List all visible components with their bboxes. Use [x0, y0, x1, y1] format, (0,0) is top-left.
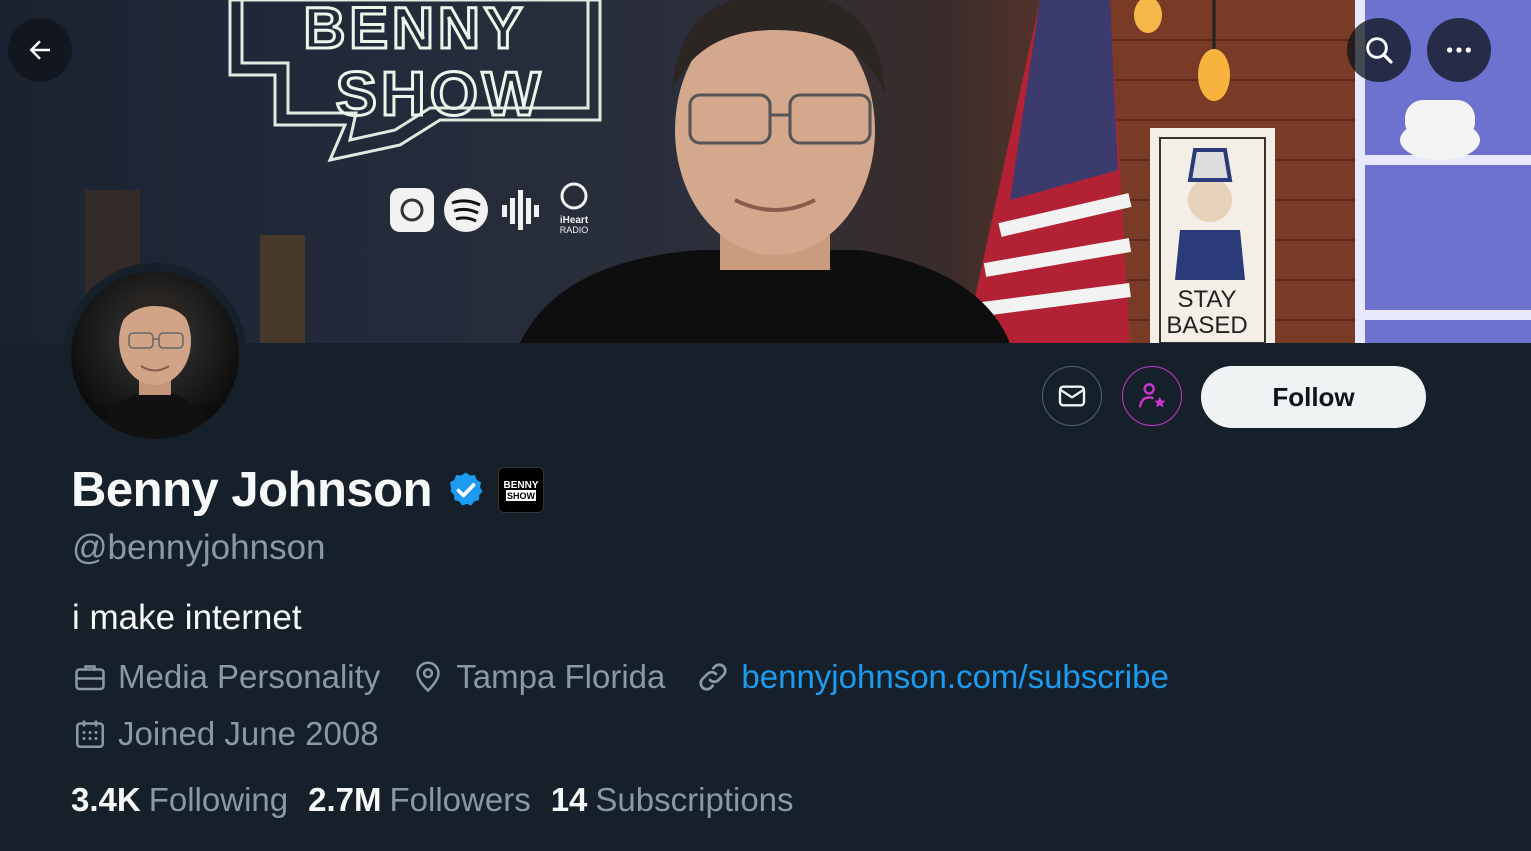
followers-label: Followers [389, 781, 531, 818]
banner-image: STAY BASED BENNY SHOW iHeart RADIO [85, 0, 1531, 343]
person-star-icon [1138, 383, 1166, 408]
envelope-icon [1058, 385, 1086, 407]
calendar-icon [75, 720, 105, 749]
joined-item: Joined June 2008 [72, 715, 379, 753]
profile-meta: Media Personality Tampa Florida bennyjoh… [72, 658, 1199, 696]
location-item: Tampa Florida [410, 658, 665, 696]
location-pin-icon [416, 661, 441, 693]
benny-show-logo-icon: BENNY SHOW [504, 480, 539, 501]
subscriptions-stat[interactable]: 14 Subscriptions [551, 781, 794, 819]
joined-row: Joined June 2008 [72, 715, 409, 753]
profile-banner[interactable]: STAY BASED BENNY SHOW iHeart RADIO [0, 0, 1531, 343]
category-label: Media Personality [118, 658, 381, 695]
affiliate-badge[interactable]: BENNY SHOW [498, 467, 545, 513]
category-item: Media Personality [72, 658, 380, 696]
back-button[interactable] [8, 18, 72, 82]
followers-stat[interactable]: 2.7M Followers [308, 781, 531, 819]
handle: @bennyjohnson [72, 528, 326, 567]
verified-badge-icon[interactable] [446, 470, 486, 510]
svg-text:BASED: BASED [1166, 312, 1247, 339]
link-icon [699, 663, 727, 691]
subscribe-button[interactable] [1122, 366, 1182, 426]
svg-text:SHOW: SHOW [507, 491, 536, 501]
svg-text:STAY: STAY [1177, 286, 1236, 313]
following-count: 3.4K [71, 781, 141, 818]
arrow-left-icon [29, 40, 50, 60]
profile-name-row: Benny Johnson BENNY SHOW [71, 462, 545, 518]
svg-text:BENNY: BENNY [504, 480, 539, 491]
following-stat[interactable]: 3.4K Following [71, 781, 288, 819]
avatar-image [71, 271, 239, 439]
profile-stats: 3.4K Following 2.7M Followers 14 Subscripti… [71, 781, 814, 819]
display-name: Benny Johnson [71, 463, 433, 517]
website-item[interactable]: bennyjohnson.com/subscribe [695, 658, 1169, 696]
svg-text:SHOW: SHOW [336, 60, 545, 129]
search-icon [1366, 37, 1393, 64]
subscriptions-count: 14 [550, 781, 588, 818]
follow-button[interactable]: Follow [1201, 366, 1426, 428]
location-label: Tampa Florida [456, 658, 666, 695]
following-label: Following [148, 781, 289, 818]
svg-text:RADIO: RADIO [560, 225, 589, 235]
joined-label: Joined June 2008 [118, 715, 379, 752]
briefcase-icon [75, 665, 105, 691]
message-button[interactable] [1042, 366, 1102, 426]
bio: i make internet [72, 598, 302, 637]
avatar[interactable] [63, 263, 247, 447]
followers-count: 2.7M [308, 781, 382, 818]
more-icon [1447, 47, 1471, 53]
website-link[interactable]: bennyjohnson.com/subscribe [741, 658, 1168, 696]
search-button[interactable] [1347, 18, 1411, 82]
more-options-button[interactable] [1427, 18, 1491, 82]
svg-text:BENNY: BENNY [303, 0, 526, 61]
subscriptions-label: Subscriptions [595, 781, 794, 818]
